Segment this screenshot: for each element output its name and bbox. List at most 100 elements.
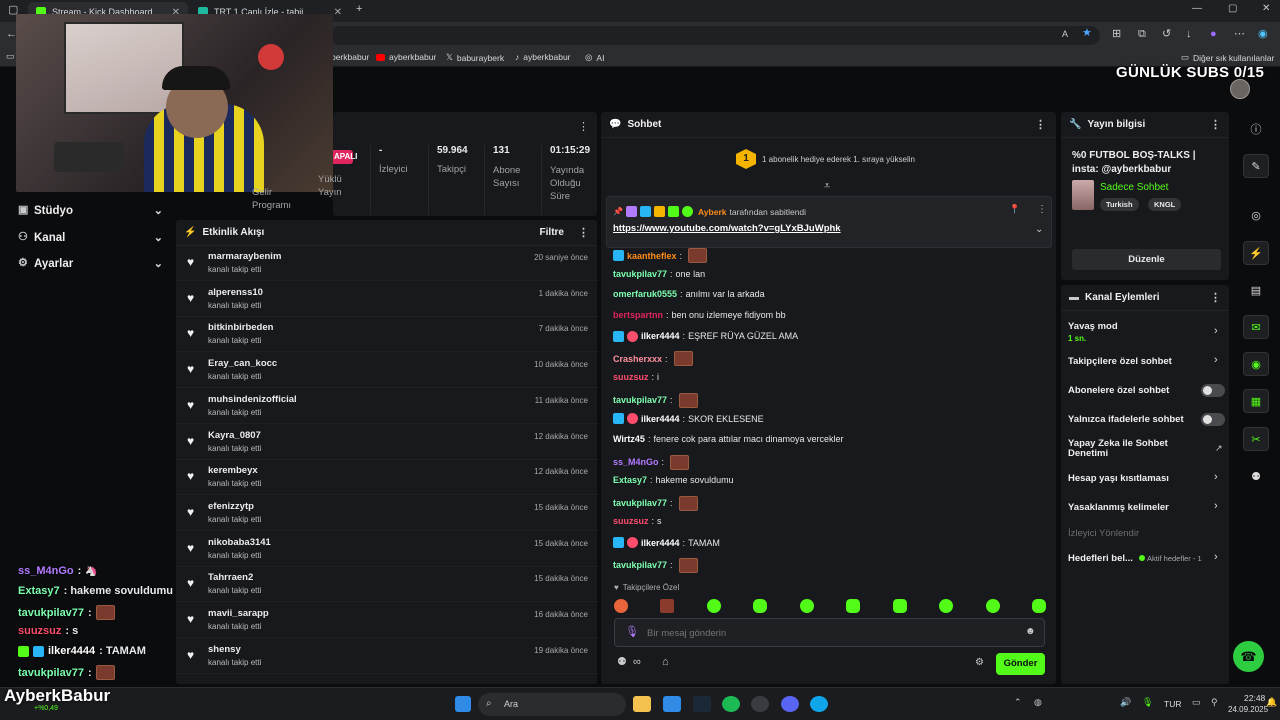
event-username[interactable]: efenizzytp bbox=[208, 501, 254, 512]
kebab-menu-icon[interactable]: ⋮ bbox=[1210, 291, 1221, 304]
emote-icon[interactable] bbox=[892, 599, 907, 613]
kebab-menu-icon[interactable]: ⋮ bbox=[1035, 118, 1046, 131]
language-indicator[interactable]: TUR bbox=[1164, 699, 1181, 709]
nav-settings[interactable]: ⚙ Ayarlar ⌄ bbox=[18, 257, 163, 271]
kebab-menu-icon[interactable]: ⋮ bbox=[578, 120, 589, 133]
chevron-down-icon[interactable]: ⌄ bbox=[1035, 225, 1043, 235]
document-icon[interactable]: ▤ bbox=[1243, 278, 1269, 302]
chevron-right-icon[interactable]: › bbox=[1214, 500, 1218, 512]
event-username[interactable]: Kayra_0807 bbox=[208, 430, 261, 441]
chat-username[interactable]: suuzsuz bbox=[613, 516, 649, 526]
emote-icon[interactable] bbox=[799, 599, 814, 613]
users-icon[interactable]: ⚉ bbox=[1243, 464, 1269, 488]
copilot-icon[interactable]: ◉ bbox=[1258, 29, 1268, 40]
minimize-icon[interactable]: — bbox=[1192, 4, 1202, 14]
chat-username[interactable]: tavukpilav77 bbox=[613, 560, 667, 570]
close-window-icon[interactable]: ✕ bbox=[1262, 4, 1270, 14]
chat-username[interactable]: ilker4444 bbox=[641, 538, 680, 548]
emote-icon[interactable] bbox=[939, 599, 954, 613]
bookmark-item[interactable]: ♪ ayberkbabur bbox=[515, 52, 571, 62]
chat-username[interactable]: ilker4444 bbox=[641, 414, 680, 424]
bookmark-item[interactable]: ayberkbabur bbox=[376, 52, 436, 62]
actions-icon[interactable]: ▦ bbox=[1243, 389, 1269, 413]
chat-message-input[interactable] bbox=[647, 624, 1007, 642]
clock-time[interactable]: 22:48 bbox=[1244, 693, 1265, 703]
nav-channel[interactable]: ⚇ Kanal ⌄ bbox=[18, 231, 163, 245]
broadcast-icon[interactable]: ◉ bbox=[1243, 352, 1269, 376]
chat-username[interactable]: tavukpilav77 bbox=[613, 498, 667, 508]
chat-input-box[interactable]: 🎙 ☻ bbox=[614, 618, 1045, 647]
category-name[interactable]: Sadece Sohbet bbox=[1100, 182, 1168, 193]
chat-username[interactable]: kaantheflex bbox=[627, 251, 677, 261]
ai-moderation-label[interactable]: Yapay Zeka ile Sohbet Denetimi bbox=[1068, 439, 1188, 459]
profile-icon[interactable]: ● bbox=[1210, 29, 1217, 40]
event-username[interactable]: marmaraybenim bbox=[208, 251, 281, 262]
history-icon[interactable]: ↺ bbox=[1162, 29, 1171, 40]
emote-icon[interactable] bbox=[985, 599, 1000, 613]
unpin-icon[interactable]: 📍 bbox=[1009, 205, 1020, 214]
event-username[interactable]: kerembeyx bbox=[208, 465, 258, 476]
read-aloud-icon[interactable]: A bbox=[1062, 30, 1068, 39]
emote-icon[interactable] bbox=[846, 599, 861, 613]
chat-username[interactable]: Crasherxxx bbox=[613, 354, 662, 364]
emoji-icon[interactable]: ☻ bbox=[1025, 627, 1036, 637]
chat-username[interactable]: bertspartnn bbox=[613, 310, 663, 320]
chat-username[interactable]: tavukpilav77 bbox=[613, 395, 667, 405]
event-username[interactable]: muhsindenizofficial bbox=[208, 394, 297, 405]
chat-username[interactable]: tavukpilav77 bbox=[613, 269, 667, 279]
obs-icon[interactable] bbox=[751, 696, 769, 712]
pinned-link[interactable]: https://www.youtube.com/watch?v=gLYxBJuW… bbox=[613, 223, 841, 234]
volume-icon[interactable]: 🔊 bbox=[1120, 698, 1131, 707]
event-username[interactable]: nikobaba3141 bbox=[208, 537, 271, 548]
emote-icon[interactable] bbox=[1031, 599, 1046, 613]
emote-icon[interactable] bbox=[614, 599, 628, 613]
chevron-right-icon[interactable]: › bbox=[1214, 471, 1218, 483]
bookmark-item[interactable]: ◎ AI bbox=[585, 52, 604, 63]
close-tab-icon[interactable]: ✕ bbox=[334, 7, 342, 18]
tray-icon[interactable]: ◍ bbox=[1034, 698, 1042, 707]
pencil-icon[interactable]: ✎ bbox=[1243, 154, 1269, 178]
lightning-icon[interactable]: ⚡ bbox=[1243, 241, 1269, 265]
bookmark-item[interactable]: 𝕏baburayberk bbox=[446, 52, 504, 63]
clock-date[interactable]: 24.09.2025 bbox=[1228, 705, 1268, 714]
store-icon[interactable]: ⌂ bbox=[662, 657, 669, 668]
other-bookmarks[interactable]: ▭ Diğer sık kullanılanlar bbox=[1181, 52, 1274, 63]
chevron-right-icon[interactable]: › bbox=[1214, 551, 1218, 563]
new-tab-icon[interactable]: + bbox=[356, 4, 362, 15]
event-username[interactable]: alperenss10 bbox=[208, 287, 263, 298]
nav-studio[interactable]: ▣ Stüdyo ⌄ bbox=[18, 204, 163, 218]
chevron-right-icon[interactable]: › bbox=[1214, 354, 1218, 366]
chat-username[interactable]: omerfaruk0555 bbox=[613, 289, 677, 299]
event-username[interactable]: Eray_can_kocc bbox=[208, 358, 277, 369]
edge-icon[interactable] bbox=[810, 696, 828, 712]
camera-icon[interactable]: ◎ bbox=[1243, 203, 1269, 227]
windows-start-icon[interactable] bbox=[455, 696, 471, 712]
collapse-icon[interactable]: ⩡ bbox=[824, 181, 830, 192]
chevron-right-icon[interactable]: › bbox=[1214, 325, 1218, 337]
spotify-icon[interactable] bbox=[722, 696, 740, 712]
steam-icon[interactable] bbox=[693, 696, 711, 712]
microphone-icon[interactable]: 🎙 bbox=[625, 627, 639, 638]
wrench-icon[interactable]: ✂ bbox=[1243, 427, 1269, 451]
display-icon[interactable]: ▭ bbox=[1192, 698, 1201, 707]
kebab-menu-icon[interactable]: ⋮ bbox=[1037, 205, 1047, 215]
goals-label[interactable]: Hedefleri bel... bbox=[1068, 553, 1133, 564]
followers-only-label[interactable]: Takipçilere özel sohbet bbox=[1068, 356, 1172, 367]
emotes-only-toggle[interactable] bbox=[1201, 413, 1225, 426]
emote-icon[interactable] bbox=[706, 599, 721, 613]
downloads-icon[interactable]: ↓ bbox=[1186, 29, 1192, 40]
support-chat-button[interactable]: ☎ bbox=[1233, 641, 1264, 672]
user-gear-icon[interactable]: ⚉ bbox=[617, 657, 627, 668]
kebab-menu-icon[interactable]: ⋮ bbox=[578, 226, 589, 239]
external-link-icon[interactable]: ↗ bbox=[1215, 444, 1223, 453]
subs-only-toggle[interactable] bbox=[1201, 384, 1225, 397]
mic-tray-icon[interactable]: 🎙 bbox=[1142, 698, 1153, 707]
emote-icon[interactable] bbox=[660, 599, 675, 613]
chat-icon[interactable]: ✉ bbox=[1243, 315, 1269, 339]
url-field[interactable] bbox=[330, 26, 1100, 45]
event-username[interactable]: Tahrraen2 bbox=[208, 572, 253, 583]
edit-button[interactable]: Düzenle bbox=[1072, 249, 1221, 270]
gear-icon[interactable]: ⚙ bbox=[975, 658, 984, 668]
chat-username[interactable]: ilker4444 bbox=[641, 331, 680, 341]
split-screen-icon[interactable]: ⊞ bbox=[1112, 29, 1121, 40]
